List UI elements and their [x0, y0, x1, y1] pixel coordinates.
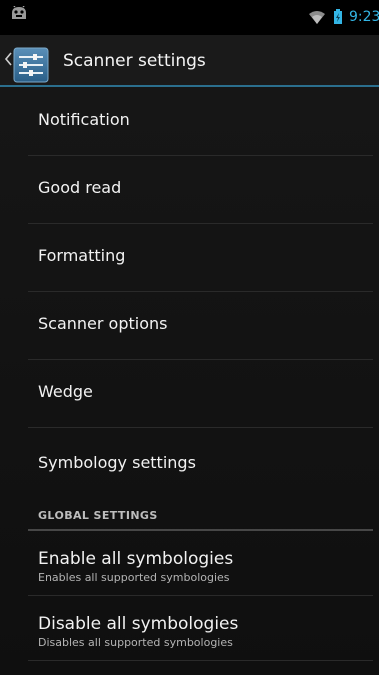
status-time: 9:23 — [349, 9, 379, 25]
action-summary: Disables all supported symbologies — [38, 636, 233, 649]
action-summary: Enables all supported symbologies — [38, 571, 230, 584]
up-caret-icon[interactable] — [4, 52, 12, 66]
status-bar: 9:23 — [0, 0, 379, 35]
pref-label: Formatting — [38, 246, 126, 265]
pref-wedge[interactable]: Wedge — [28, 359, 373, 428]
action-title: Enable all symbologies — [38, 549, 234, 569]
pref-label: Good read — [38, 178, 122, 197]
android-icon — [12, 6, 26, 19]
pref-label: Symbology settings — [38, 453, 196, 472]
battery-icon — [334, 9, 342, 24]
section-header-global-settings: GLOBAL SETTINGS — [28, 503, 373, 531]
section-header-label: GLOBAL SETTINGS — [38, 509, 158, 522]
pref-label: Notification — [38, 110, 130, 129]
pref-scanner-options[interactable]: Scanner options — [28, 291, 373, 360]
action-title: Disable all symbologies — [38, 614, 239, 634]
disable-all-symbologies-item[interactable]: Disable all symbologies Disables all sup… — [28, 600, 373, 661]
pref-good-read[interactable]: Good read — [28, 155, 373, 224]
scanner-settings-app-icon[interactable] — [13, 47, 49, 83]
pref-label: Wedge — [38, 382, 93, 401]
pref-formatting[interactable]: Formatting — [28, 223, 373, 292]
page-title: Scanner settings — [63, 51, 206, 71]
enable-all-symbologies-item[interactable]: Enable all symbologies Enables all suppo… — [28, 535, 373, 596]
wifi-icon — [309, 11, 325, 24]
pref-symbology-settings[interactable]: Symbology settings — [28, 427, 373, 503]
action-bar: Scanner settings — [0, 35, 379, 87]
pref-notification[interactable]: Notification — [28, 87, 373, 156]
pref-label: Scanner options — [38, 314, 168, 333]
